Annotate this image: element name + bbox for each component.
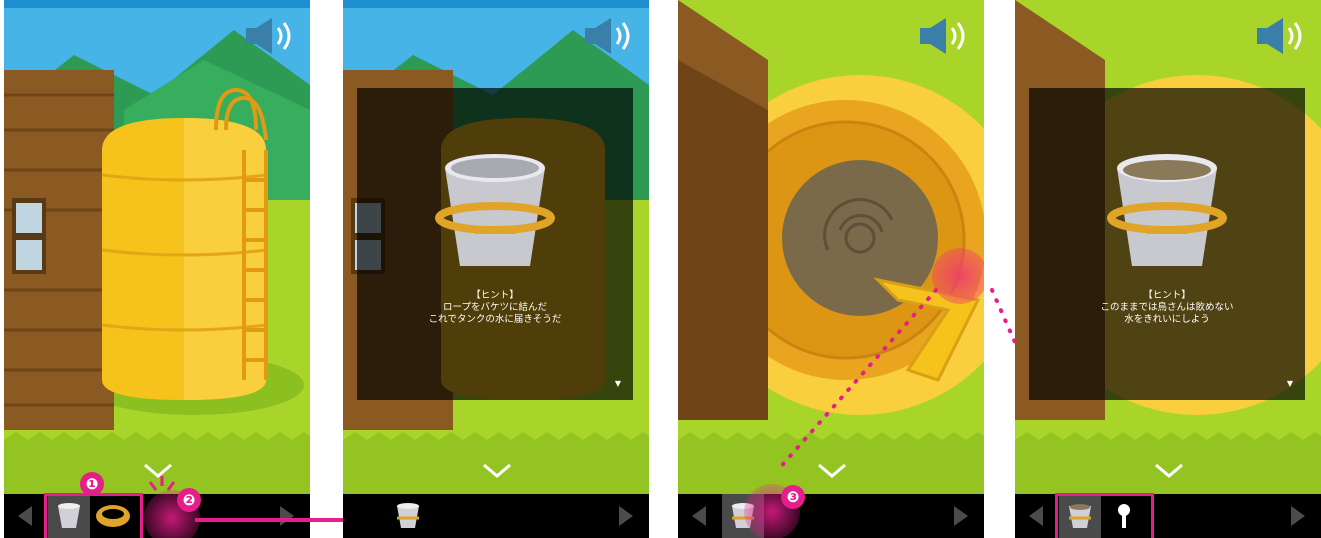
hint-dialog[interactable]: 【ヒント】 ロープをバケツに結んだ これでタンクの水に届きそうだ ▼ bbox=[357, 88, 633, 400]
highlight-box-items bbox=[1055, 493, 1154, 538]
panel-hint-rope: 【ヒント】 ロープをバケツに結んだ これでタンクの水に届きそうだ ▼ bbox=[343, 0, 649, 538]
hint-text: 【ヒント】 このままでは鳥さんは飲めない 水をきれいにしよう bbox=[1029, 290, 1305, 326]
scene-tank-exterior bbox=[4, 0, 310, 494]
hint-next-indicator[interactable]: ▼ bbox=[615, 379, 621, 388]
hint-title: 【ヒント】 bbox=[1143, 290, 1191, 301]
speaker-icon[interactable] bbox=[1253, 18, 1309, 54]
speaker-icon[interactable] bbox=[581, 18, 637, 54]
bucket-with-rope-image bbox=[435, 154, 555, 266]
flow-dotted-path bbox=[776, 288, 938, 472]
speaker-icon[interactable] bbox=[242, 18, 298, 54]
hint-line-1: ロープをバケツに結んだ bbox=[443, 302, 547, 313]
panel-tank-top: ❸ bbox=[678, 0, 984, 538]
panel-hint-water: 【ヒント】 このままでは鳥さんは飲めない 水をきれいにしよう ▼ bbox=[1015, 0, 1321, 538]
hint-title: 【ヒント】 bbox=[471, 290, 519, 301]
inventory-slot-bucket-rope[interactable] bbox=[387, 494, 429, 538]
hint-line-2: 水をきれいにしよう bbox=[1124, 314, 1210, 325]
next-arrow-icon[interactable] bbox=[1291, 506, 1305, 526]
prev-arrow-icon[interactable] bbox=[1029, 506, 1043, 526]
bucket-with-rope-icon bbox=[397, 503, 419, 528]
step-1-badge: ❶ bbox=[80, 472, 104, 496]
tap-spark-icon bbox=[148, 476, 176, 491]
hint-next-indicator[interactable]: ▼ bbox=[1287, 379, 1293, 388]
hint-line-1: このままでは鳥さんは飲めない bbox=[1100, 302, 1234, 313]
bucket-with-water-image bbox=[1107, 154, 1227, 266]
prev-arrow-icon[interactable] bbox=[18, 506, 32, 526]
hint-line-2: これでタンクの水に届きそうだ bbox=[428, 314, 562, 325]
inventory-bar bbox=[343, 494, 649, 538]
panel-tank-exterior: ❶ ❷ bbox=[4, 0, 310, 538]
highlight-box-items bbox=[44, 493, 143, 538]
chevron-down-icon[interactable] bbox=[1154, 463, 1184, 479]
cabin-window[interactable] bbox=[16, 203, 42, 233]
chevron-down-icon[interactable] bbox=[482, 463, 512, 479]
hint-text: 【ヒント】 ロープをバケツに結んだ これでタンクの水に届きそうだ bbox=[357, 290, 633, 326]
hint-dialog[interactable]: 【ヒント】 このままでは鳥さんは飲めない 水をきれいにしよう ▼ bbox=[1029, 88, 1305, 400]
next-arrow-icon[interactable] bbox=[619, 506, 633, 526]
